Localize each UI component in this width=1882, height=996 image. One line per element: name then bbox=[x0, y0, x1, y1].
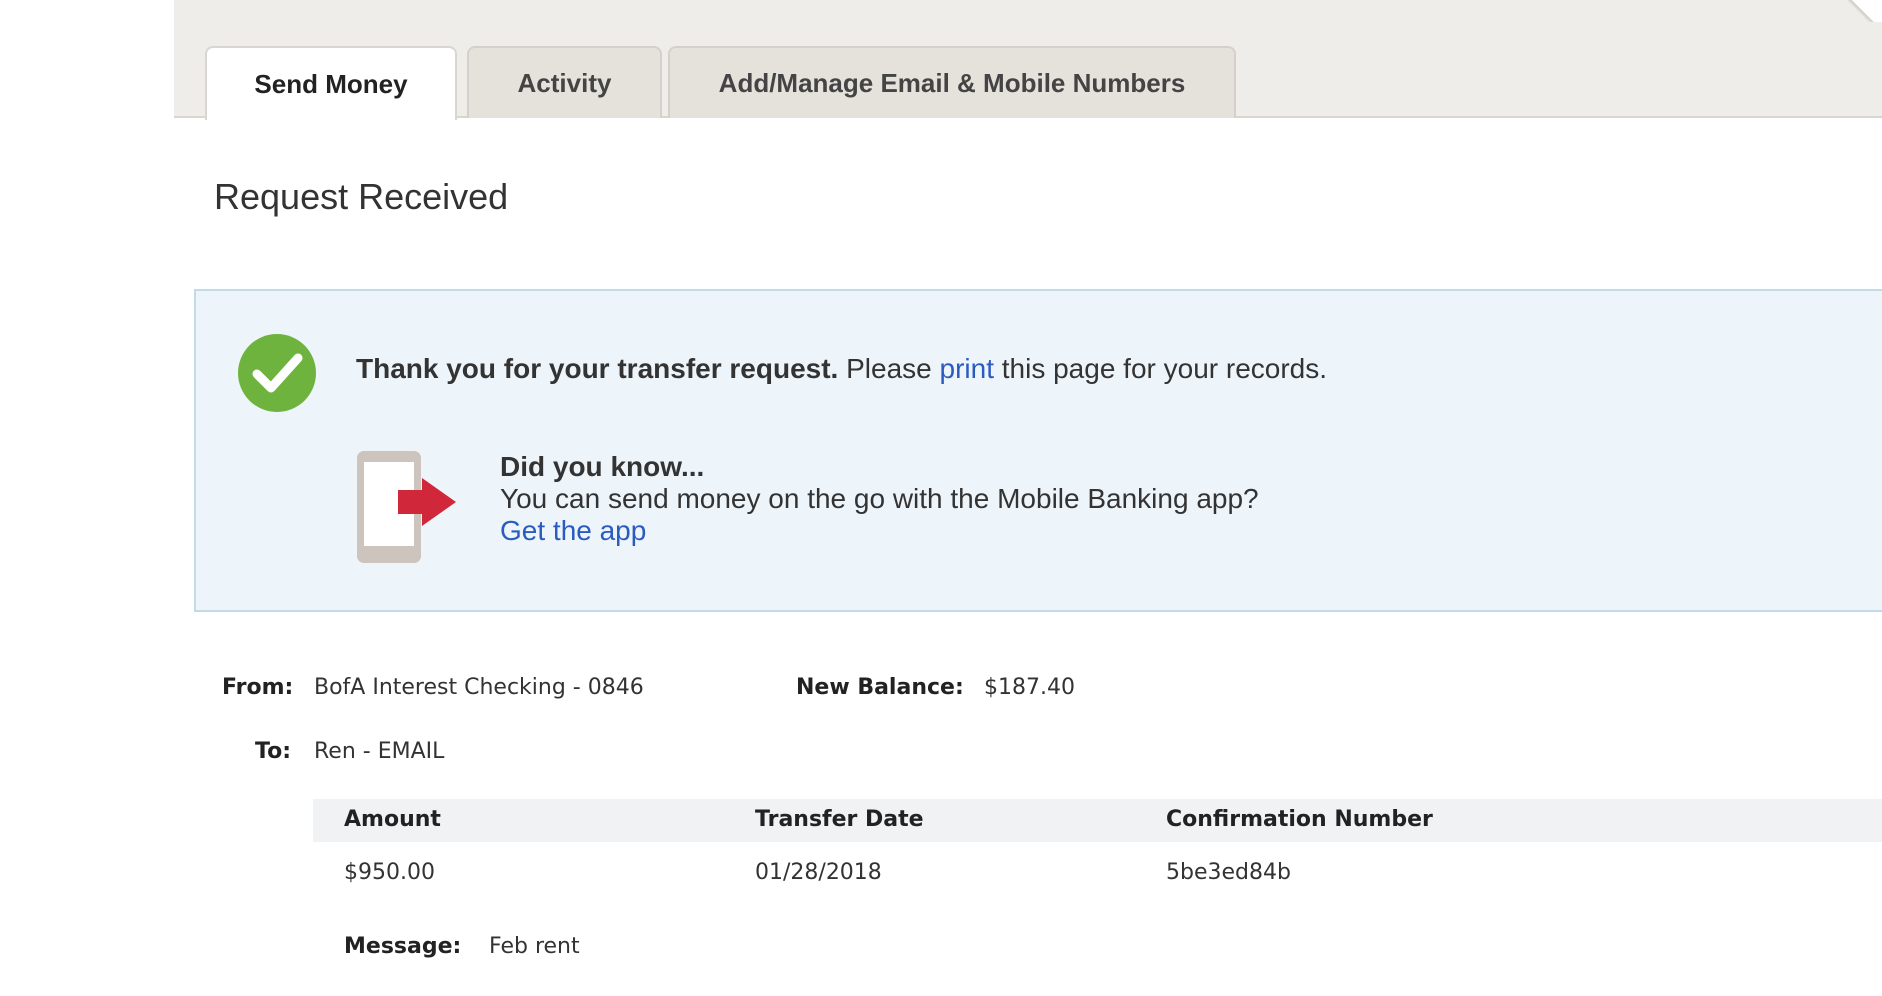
message-label: Message: bbox=[344, 934, 462, 959]
thanks-post-text: this page for your records. bbox=[993, 353, 1328, 384]
print-link[interactable]: print bbox=[940, 353, 994, 384]
message-value: Feb rent bbox=[489, 934, 580, 959]
to-label: To: bbox=[255, 739, 291, 764]
from-label: From: bbox=[222, 675, 294, 700]
to-recipient: Ren - EMAIL bbox=[314, 739, 445, 764]
thanks-pre-text: Please bbox=[838, 353, 940, 384]
page-curl-icon bbox=[1842, 0, 1882, 22]
mobile-app-tip: Did you know... You can send money on th… bbox=[500, 451, 1259, 547]
confirmation-number-value: 5be3ed84b bbox=[1166, 860, 1291, 885]
tip-heading: Did you know... bbox=[500, 451, 705, 482]
tip-text: You can send money on the go with the Mo… bbox=[500, 483, 1259, 514]
page: Send Money Activity Add/Manage Email & M… bbox=[0, 0, 1882, 996]
page-title: Request Received bbox=[214, 176, 509, 217]
mobile-app-icon bbox=[357, 451, 456, 563]
check-circle-icon bbox=[238, 334, 316, 412]
thanks-bold-text: Thank you for your transfer request. bbox=[356, 353, 839, 384]
transfer-date-value: 01/28/2018 bbox=[755, 860, 882, 885]
transfer-date-header: Transfer Date bbox=[755, 807, 924, 832]
amount-value: $950.00 bbox=[344, 860, 435, 885]
new-balance-label: New Balance: bbox=[796, 675, 964, 700]
transfer-table-header: Amount Transfer Date Confirmation Number bbox=[313, 799, 1882, 842]
tab-add-manage-email-mobile[interactable]: Add/Manage Email & Mobile Numbers bbox=[668, 46, 1236, 118]
amount-header: Amount bbox=[344, 807, 441, 832]
from-account: BofA Interest Checking - 0846 bbox=[314, 675, 644, 700]
thanks-message: Thank you for your transfer request. Ple… bbox=[356, 353, 1327, 385]
confirmation-notice: Thank you for your transfer request. Ple… bbox=[194, 289, 1882, 612]
new-balance-value: $187.40 bbox=[984, 675, 1075, 700]
get-the-app-link[interactable]: Get the app bbox=[500, 515, 1259, 547]
tab-send-money[interactable]: Send Money bbox=[205, 46, 457, 120]
tab-activity[interactable]: Activity bbox=[467, 46, 662, 118]
confirmation-number-header: Confirmation Number bbox=[1166, 807, 1433, 832]
